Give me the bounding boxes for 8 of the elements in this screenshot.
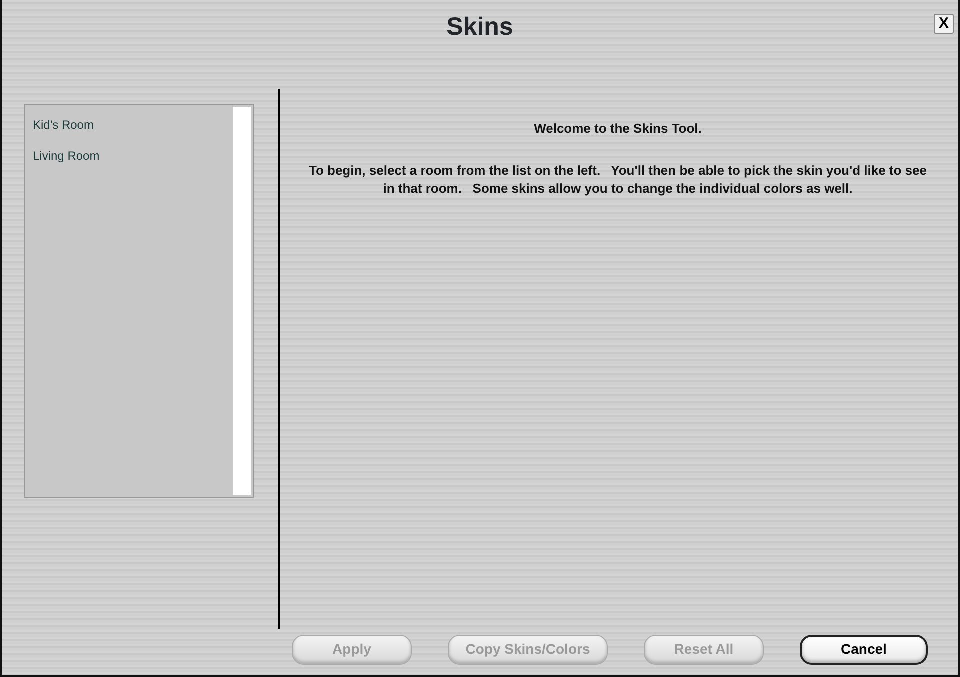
instructions-text: To begin, select a room from the list on the left. You'll then be able to pick the skin you'd like to see in that room. Some skins allow you to change the individual colors as well. [308, 162, 928, 198]
room-item[interactable]: Living Room [31, 148, 102, 163]
window-title: Skins [446, 13, 514, 41]
close-button[interactable]: X [934, 14, 954, 34]
scrollbar[interactable] [233, 106, 251, 495]
room-item[interactable]: Kid's Room [31, 118, 96, 132]
welcome-heading: Welcome to the Skins Tool. [533, 120, 703, 138]
dialog-button[interactable]: Cancel [800, 634, 928, 665]
